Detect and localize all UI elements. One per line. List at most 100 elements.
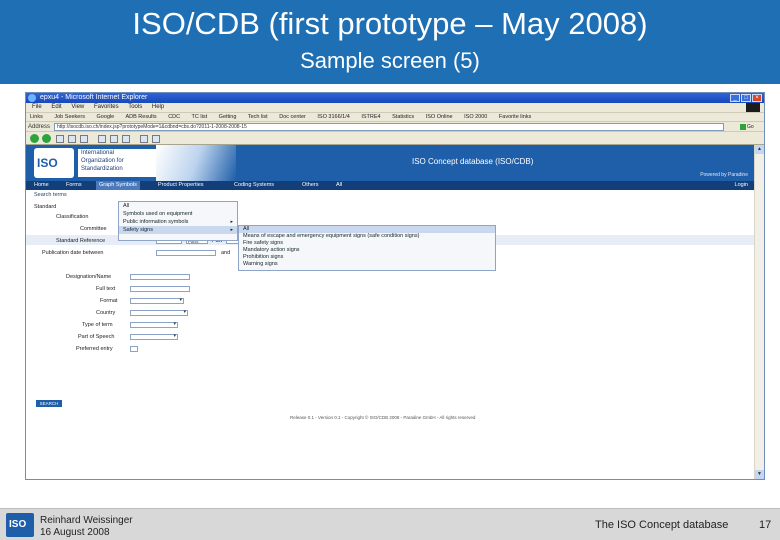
link-item[interactable]: Doc center: [279, 114, 306, 120]
part-of-speech-label: Part of Speech: [78, 334, 115, 340]
nav-coding-systems[interactable]: Coding Systems: [234, 181, 274, 190]
preferred-entry-label: Preferred entry: [76, 346, 113, 352]
submenu-item-all[interactable]: All: [239, 226, 495, 233]
submenu-item-prohibition[interactable]: Prohibition signs: [239, 254, 495, 261]
submenu-arrow-icon: ▸: [230, 227, 233, 233]
web-page: ISO International Organization for Stand…: [26, 145, 764, 479]
menu-tools[interactable]: Tools: [128, 104, 142, 110]
menu-item-symbols-equipment[interactable]: Symbols used on equipment: [119, 210, 237, 218]
link-item[interactable]: ISO 3166/1/4: [317, 114, 349, 120]
menu-file[interactable]: File: [32, 104, 42, 110]
back-icon[interactable]: [30, 134, 39, 143]
home-icon[interactable]: [80, 135, 88, 143]
and-label: and: [221, 250, 231, 256]
menu-edit[interactable]: Edit: [51, 104, 61, 110]
page-scrollbar[interactable]: ▲ ▼: [754, 145, 764, 479]
link-item[interactable]: Getting: [219, 114, 237, 120]
link-item[interactable]: Statistics: [392, 114, 414, 120]
history-icon[interactable]: [122, 135, 130, 143]
footer-title: The ISO Concept database: [595, 519, 729, 531]
favorites-icon[interactable]: [110, 135, 118, 143]
scroll-up-icon[interactable]: ▲: [755, 145, 764, 154]
windows-logo-icon: [746, 103, 760, 112]
minimize-button[interactable]: _: [730, 94, 740, 102]
stop-icon[interactable]: [56, 135, 64, 143]
menu-help[interactable]: Help: [152, 104, 164, 110]
window-title: epxu4 - Microsoft Internet Explorer: [40, 94, 148, 101]
go-arrow-icon: [740, 123, 746, 130]
nav-home[interactable]: Home: [34, 181, 49, 190]
menu-favorites[interactable]: Favorites: [94, 104, 119, 110]
forward-icon[interactable]: [42, 134, 51, 143]
go-button[interactable]: Go: [740, 123, 756, 131]
search-button[interactable]: SEARCH: [36, 400, 62, 407]
submenu-item-escape-signs[interactable]: Means of escape and emergency equipment …: [239, 233, 495, 240]
link-item[interactable]: Google: [96, 114, 114, 120]
graph-symbols-menu: All Symbols used on equipment Public inf…: [118, 201, 238, 241]
submenu-item-fire-safety[interactable]: Fire safety signs: [239, 240, 495, 247]
submenu-arrow-icon: ▸: [230, 219, 233, 225]
scroll-down-icon[interactable]: ▼: [755, 470, 764, 479]
country-select[interactable]: [130, 310, 188, 316]
link-item[interactable]: ISO 2000: [464, 114, 487, 120]
link-item[interactable]: CDC: [168, 114, 180, 120]
ie-icon: [28, 94, 36, 102]
copyright-footer: Release 0.1 - Version 0.1 - Copyright © …: [290, 415, 476, 420]
part-of-speech-select[interactable]: [130, 334, 178, 340]
publication-date-label: Publication date between: [42, 250, 104, 256]
country-label: Country: [96, 310, 116, 316]
nav-forms[interactable]: Forms: [66, 181, 82, 190]
submenu-item-warning[interactable]: Warning signs: [239, 261, 495, 268]
link-item[interactable]: Job Seekers: [54, 114, 85, 120]
menu-item-all[interactable]: All: [119, 202, 237, 210]
link-item[interactable]: ADB Results: [125, 114, 156, 120]
organization-name: International Organization for Standardi…: [78, 149, 158, 177]
search-icon[interactable]: [98, 135, 106, 143]
page-number: 17: [759, 519, 772, 531]
mail-icon[interactable]: [140, 135, 148, 143]
menu-item-public-information[interactable]: Public information symbols ▸: [119, 218, 237, 226]
standard-label: Standard: [34, 204, 57, 210]
site-navbar: Home Forms Graph Symbols Product Propert…: [26, 181, 754, 190]
nav-others[interactable]: Others: [302, 181, 319, 190]
link-item[interactable]: Tech list: [248, 114, 268, 120]
classification-label: Classification: [56, 214, 89, 220]
safety-signs-submenu: All Means of escape and emergency equipm…: [238, 225, 496, 271]
window-titlebar: epxu4 - Microsoft Internet Explorer _ □ …: [26, 93, 764, 103]
publication-date-from[interactable]: [156, 250, 216, 256]
banner-wave-graphic: [156, 145, 236, 181]
refresh-icon[interactable]: [68, 135, 76, 143]
slide-footer: ISO Reinhard Weissinger 16 August 2008 T…: [0, 508, 780, 540]
type-of-term-select[interactable]: [130, 322, 178, 328]
maximize-button[interactable]: □: [741, 94, 751, 102]
close-button[interactable]: ×: [752, 94, 762, 102]
link-item[interactable]: Links: [30, 114, 43, 120]
menu-item-safety-signs[interactable]: Safety signs ▸: [119, 226, 237, 234]
iso-banner: ISO International Organization for Stand…: [26, 145, 754, 181]
preferred-entry-checkbox[interactable]: [130, 346, 138, 352]
print-icon[interactable]: [152, 135, 160, 143]
format-select[interactable]: [130, 298, 184, 304]
link-item[interactable]: ISO Online: [426, 114, 453, 120]
address-bar: Address http://isocdb.iso.ch/index.jsp?p…: [26, 121, 764, 131]
nav-graph-symbols[interactable]: Graph Symbols: [96, 181, 140, 190]
address-input[interactable]: http://isocdb.iso.ch/index.jsp?prototype…: [54, 123, 724, 131]
nav-all[interactable]: All: [336, 181, 342, 190]
browser-window: epxu4 - Microsoft Internet Explorer _ □ …: [25, 92, 765, 480]
link-item[interactable]: Favorite links: [499, 114, 531, 120]
type-of-term-label: Type of term: [82, 322, 113, 328]
submenu-item-mandatory[interactable]: Mandatory action signs: [239, 247, 495, 254]
link-item[interactable]: TC list: [192, 114, 208, 120]
nav-product-properties[interactable]: Product Properties: [158, 181, 204, 190]
link-item[interactable]: ISTRE4: [361, 114, 380, 120]
slide-subtitle: Sample screen (5): [300, 48, 480, 73]
iso-logo[interactable]: ISO: [34, 148, 74, 178]
login-link[interactable]: Login: [735, 181, 748, 190]
designation-input[interactable]: [130, 274, 190, 280]
menu-view[interactable]: View: [71, 104, 84, 110]
designation-label: Designation/Name: [66, 274, 112, 280]
full-text-input[interactable]: [130, 286, 190, 292]
full-text-label: Full text: [96, 286, 116, 292]
banner-title: ISO Concept database (ISO/CDB): [412, 157, 534, 166]
links-bar: Links Job Seekers Google ADB Results CDC…: [26, 112, 764, 121]
